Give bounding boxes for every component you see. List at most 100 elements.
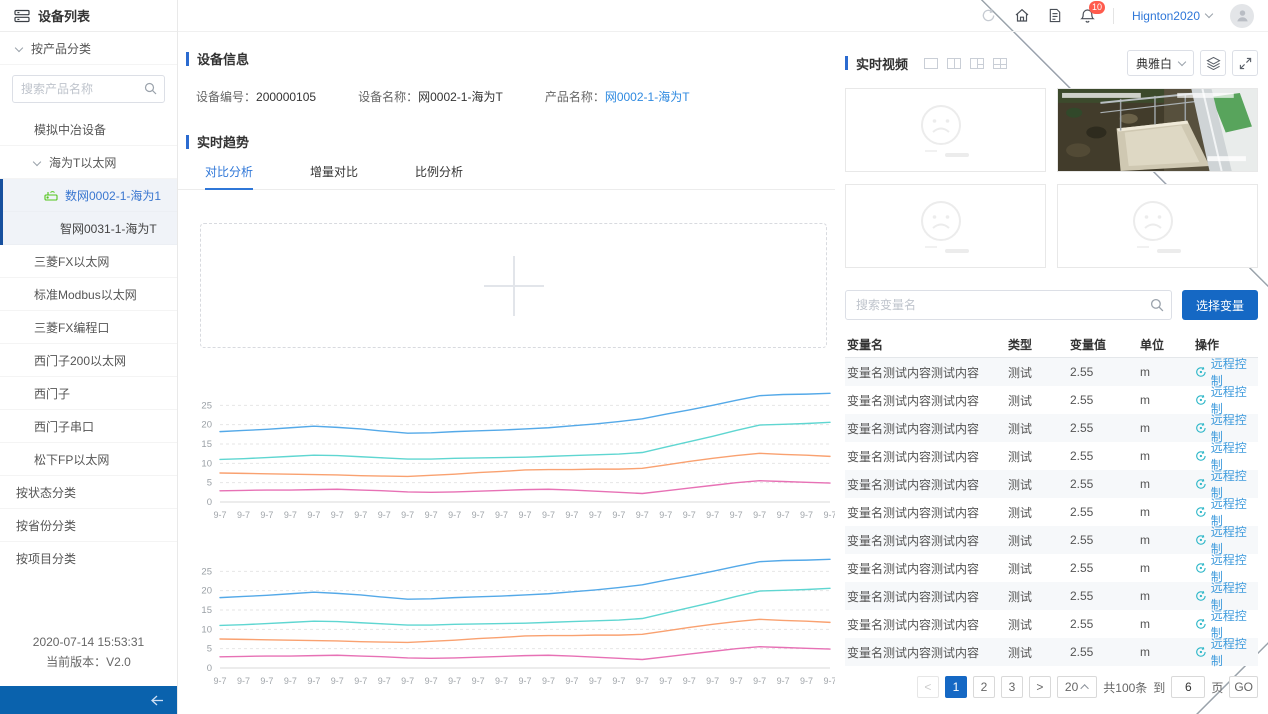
cell-type: 测试	[1008, 644, 1070, 661]
cell-unit: m	[1140, 617, 1195, 631]
video-slot-1-empty[interactable]	[845, 88, 1046, 172]
video-slot-4-empty[interactable]	[1057, 184, 1258, 268]
prev-page-button[interactable]: <	[917, 676, 939, 698]
fullscreen-button[interactable]	[1232, 50, 1258, 76]
cell-type: 测试	[1008, 532, 1070, 549]
svg-text:10: 10	[201, 624, 212, 635]
tree-node-9[interactable]: 西门子串口	[0, 410, 177, 443]
cell-type: 测试	[1008, 476, 1070, 493]
cell-variable-name: 变量名测试内容测试内容	[845, 504, 1008, 521]
tree-node-7[interactable]: 西门子200以太网	[0, 344, 177, 377]
sidebar-section-by-status[interactable]: 按状态分类	[0, 476, 177, 509]
collapse-sidebar-icon[interactable]	[149, 694, 165, 707]
select-variable-button[interactable]: 选择变量	[1182, 290, 1258, 320]
tree-node-5[interactable]: 标准Modbus以太网	[0, 278, 177, 311]
page-button-2[interactable]: 2	[973, 676, 995, 698]
field-value: 200000105	[256, 90, 316, 104]
tab-comparison-analysis[interactable]: 对比分析	[205, 163, 253, 189]
sidebar-section-by-province[interactable]: 按省份分类	[0, 509, 177, 542]
remote-control-icon	[1195, 646, 1207, 658]
document-icon[interactable]	[1048, 8, 1062, 23]
layout-1-icon[interactable]	[924, 58, 938, 69]
notification-bell-icon[interactable]: 10	[1080, 8, 1095, 24]
theme-select-value: 典雅白	[1136, 55, 1172, 72]
cell-variable-name: 变量名测试内容测试内容	[845, 364, 1008, 381]
tab-increment-comparison[interactable]: 增量对比	[310, 163, 358, 189]
avatar[interactable]	[1230, 4, 1254, 28]
section-label: 按省份分类	[16, 517, 76, 534]
tree-node-8[interactable]: 西门子	[0, 377, 177, 410]
sidebar-section-by-product[interactable]: 按产品分类	[0, 32, 177, 65]
video-slot-3-empty[interactable]	[845, 184, 1046, 268]
tree-node-4[interactable]: 三菱FX以太网	[0, 245, 177, 278]
cell-unit: m	[1140, 533, 1195, 547]
cell-type: 测试	[1008, 616, 1070, 633]
current-time: 2020-07-14 15:53:31	[0, 632, 177, 652]
table-row: 变量名测试内容测试内容 测试 2.55 m 远程控制	[845, 526, 1258, 554]
layers-button[interactable]	[1200, 50, 1226, 76]
variable-search	[845, 290, 1172, 320]
username-label: Hignton2020	[1132, 9, 1200, 23]
variable-search-input[interactable]	[845, 290, 1172, 320]
svg-text:25: 25	[201, 400, 212, 411]
table-row: 变量名测试内容测试内容 测试 2.55 m 远程控制	[845, 638, 1258, 666]
tree-node-label: 标准Modbus以太网	[34, 286, 137, 303]
table-row: 变量名测试内容测试内容 测试 2.55 m 远程控制	[845, 554, 1258, 582]
search-icon[interactable]	[1150, 298, 1164, 312]
page-button-3[interactable]: 3	[1001, 676, 1023, 698]
variable-search-row: 选择变量	[845, 290, 1268, 320]
tree-leaf-selected-device[interactable]: 数网0002-1-海为1	[3, 179, 177, 212]
tree-node-10[interactable]: 松下FP以太网	[0, 443, 177, 476]
product-search-input[interactable]	[12, 75, 165, 103]
svg-text:15: 15	[201, 605, 212, 616]
svg-text:9-7: 9-7	[636, 510, 649, 520]
total-count-label: 共100条	[1103, 679, 1147, 696]
page-button-1[interactable]: 1	[945, 676, 967, 698]
svg-text:0: 0	[207, 497, 212, 508]
user-menu[interactable]: Hignton2020	[1132, 9, 1212, 23]
cell-value: 2.55	[1070, 645, 1140, 659]
svg-text:9-7: 9-7	[448, 510, 461, 520]
table-row: 变量名测试内容测试内容 测试 2.55 m 远程控制	[845, 442, 1258, 470]
go-button[interactable]: GO	[1229, 676, 1258, 698]
tree-node-6[interactable]: 三菱FX编程口	[0, 311, 177, 344]
tab-ratio-analysis[interactable]: 比例分析	[415, 163, 463, 189]
svg-text:9-7: 9-7	[542, 510, 555, 520]
jump-page-input[interactable]	[1171, 676, 1205, 698]
layout-3-icon[interactable]	[970, 58, 984, 69]
tree-node-0[interactable]: 模拟中冶设备	[0, 113, 177, 146]
video-slot-2-live-feed[interactable]	[1057, 88, 1258, 172]
theme-select[interactable]: 典雅白	[1127, 50, 1194, 76]
field-label: 产品名称：	[545, 90, 605, 104]
tree-node-label: 模拟中冶设备	[34, 121, 106, 138]
table-row: 变量名测试内容测试内容 测试 2.55 m 远程控制	[845, 498, 1258, 526]
svg-text:9-7: 9-7	[730, 676, 743, 686]
svg-text:9-7: 9-7	[753, 676, 766, 686]
layout-4-icon[interactable]	[993, 58, 1007, 69]
refresh-icon[interactable]	[981, 8, 996, 23]
sidebar-section-by-project[interactable]: 按项目分类	[0, 542, 177, 575]
svg-text:9-7: 9-7	[542, 676, 555, 686]
svg-text:9-7: 9-7	[307, 510, 320, 520]
cell-value: 2.55	[1070, 505, 1140, 519]
home-icon[interactable]	[1014, 8, 1030, 23]
svg-text:9-7: 9-7	[800, 676, 813, 686]
svg-text:9-7: 9-7	[565, 510, 578, 520]
product-name-link[interactable]: 网0002-1-海为T	[605, 90, 690, 104]
remote-control-link[interactable]: 远程控制	[1195, 635, 1258, 669]
tree-node-1[interactable]: 海为T以太网	[0, 146, 177, 179]
cell-unit: m	[1140, 561, 1195, 575]
tree-node-label: 西门子	[34, 385, 70, 402]
svg-text:9-7: 9-7	[612, 676, 625, 686]
section-label: 按产品分类	[31, 40, 91, 57]
remote-control-label: 远程控制	[1211, 635, 1258, 669]
page-size-select[interactable]: 20	[1057, 676, 1097, 698]
svg-text:15: 15	[201, 439, 212, 450]
cell-value: 2.55	[1070, 449, 1140, 463]
layout-2-icon[interactable]	[947, 58, 961, 69]
device-info-title: 设备信息	[186, 49, 845, 68]
tree-leaf-device[interactable]: 智网0031-1-海为T	[3, 212, 177, 245]
add-chart-dropzone[interactable]	[200, 223, 827, 348]
next-page-button[interactable]: >	[1029, 676, 1051, 698]
search-icon[interactable]	[144, 82, 157, 95]
